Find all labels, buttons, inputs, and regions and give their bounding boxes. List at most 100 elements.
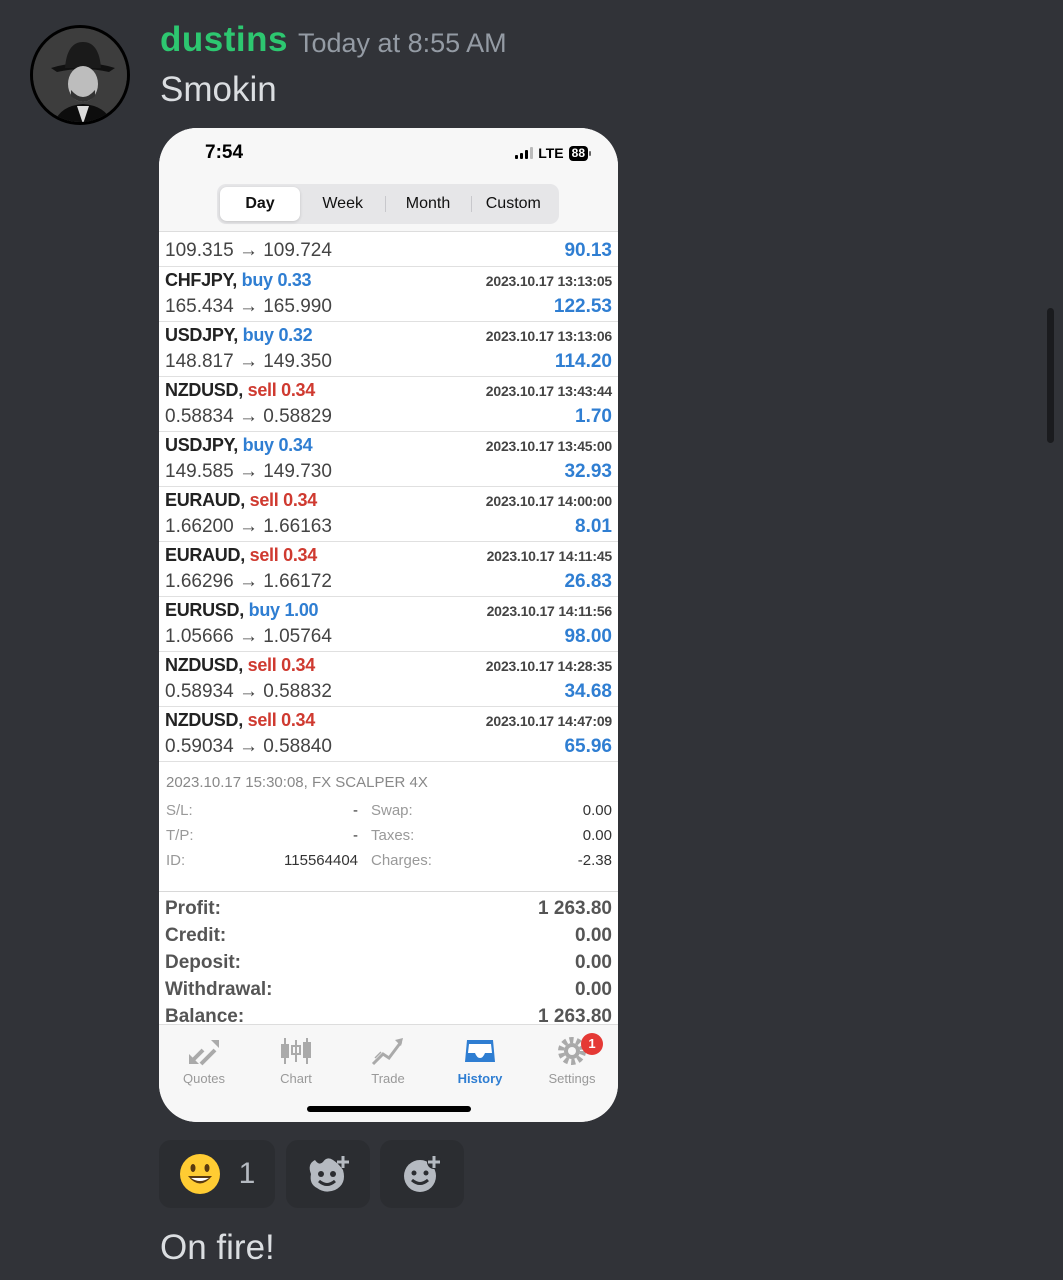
summary-label: Withdrawal: <box>165 979 273 1000</box>
trade-volume: 1.00 <box>284 600 319 620</box>
tab-quotes[interactable]: Quotes <box>159 1031 249 1086</box>
trade-prices: 1.05666 → 1.05764 <box>165 626 332 647</box>
tab-label: Chart <box>280 1071 312 1086</box>
tab-trade[interactable]: Trade <box>343 1031 433 1086</box>
add-reaction-button[interactable] <box>380 1140 464 1208</box>
chat-scrollbar[interactable] <box>1047 308 1054 443</box>
trade-time: 2023.10.17 14:47:09 <box>485 713 612 729</box>
trade-icon <box>343 1031 433 1071</box>
trade-time: 2023.10.17 14:11:45 <box>486 548 613 564</box>
reaction-smiley[interactable]: 1 <box>159 1140 275 1208</box>
status-time: 7:54 <box>205 142 244 163</box>
trade-time: 2023.10.17 14:00:00 <box>485 493 612 509</box>
trade-symbol: NZDUSD, <box>165 380 243 400</box>
tab-label: Trade <box>371 1071 405 1086</box>
summary-withdrawal: Withdrawal: 0.00 <box>159 979 618 1006</box>
attached-screenshot[interactable]: 7:54 LTE 88 Day Week Month Custom 109.31… <box>159 128 618 1122</box>
network-label: LTE <box>538 145 564 161</box>
trade-prices: 0.59034 → 0.58840 <box>165 736 332 757</box>
trade-volume: 0.34 <box>281 655 315 675</box>
trade-row[interactable]: EURAUD, sell 0.34 2023.10.17 14:11:45 1.66… <box>159 542 618 597</box>
trade-title: EURAUD, sell 0.34 <box>165 545 317 566</box>
swap-value: 0.00 <box>582 802 612 819</box>
signal-icon <box>515 147 534 159</box>
trade-prices: 149.585 → 149.730 <box>165 461 332 482</box>
summary-profit: Profit: 1 263.80 <box>159 898 618 925</box>
summary-credit: Credit: 0.00 <box>159 925 618 952</box>
trade-row-partial[interactable]: 109.315 → 109.724 90.13 <box>159 232 618 267</box>
trade-row[interactable]: CHFJPY, buy 0.33 2023.10.17 13:13:05 165.4… <box>159 267 618 322</box>
segment-day[interactable]: Day <box>220 187 300 221</box>
trade-profit: 34.68 <box>564 681 612 702</box>
trade-prices: 1.66200 → 1.66163 <box>165 516 332 537</box>
sl-value: - <box>353 802 358 819</box>
user-avatar[interactable] <box>30 25 130 125</box>
swap-label: Swap: <box>371 802 413 819</box>
trade-prices: 165.434 → 165.990 <box>165 296 332 317</box>
avatar-image <box>33 28 127 122</box>
trade-profit: 98.00 <box>564 626 612 647</box>
trade-row[interactable]: USDJPY, buy 0.32 2023.10.17 13:13:06 148.8… <box>159 322 618 377</box>
trade-row[interactable]: USDJPY, buy 0.34 2023.10.17 13:45:00 149.5… <box>159 432 618 487</box>
tab-label: History <box>457 1071 503 1086</box>
summary-value: 0.00 <box>575 979 612 1000</box>
charges-value: -2.38 <box>577 852 612 869</box>
trade-time: 2023.10.17 14:28:35 <box>485 658 612 674</box>
trade-direction: sell <box>247 655 277 675</box>
trade-volume: 0.34 <box>283 490 317 510</box>
trade-row[interactable]: EURUSD, buy 1.00 2023.10.17 14:11:56 1.056… <box>159 597 618 652</box>
summary-value: 0.00 <box>575 952 612 973</box>
segment-week[interactable]: Week <box>300 187 385 221</box>
sl-label: S/L: <box>166 802 193 819</box>
tab-settings[interactable]: Settings 1 <box>527 1031 617 1086</box>
add-super-reaction-button[interactable] <box>286 1140 370 1208</box>
tp-value: - <box>353 827 358 844</box>
trade-title: USDJPY, buy 0.32 <box>165 325 313 346</box>
trade-volume: 0.34 <box>283 545 317 565</box>
trade-profit: 1.70 <box>575 406 612 427</box>
trade-row[interactable]: NZDUSD, sell 0.34 2023.10.17 14:28:35 0.58… <box>159 652 618 707</box>
quotes-icon <box>159 1031 249 1071</box>
tab-chart[interactable]: Chart <box>251 1031 341 1086</box>
trade-direction: buy <box>242 435 274 455</box>
trade-prices: 1.66296 → 1.66172 <box>165 571 332 592</box>
trade-title: NZDUSD, sell 0.34 <box>165 380 315 401</box>
segment-custom[interactable]: Custom <box>470 187 556 221</box>
segment-month[interactable]: Month <box>385 187 470 221</box>
trade-detail-panel: 2023.10.17 15:30:08, FX SCALPER 4X S/L: … <box>159 762 618 892</box>
trade-profit: 8.01 <box>575 516 612 537</box>
summary-value: 1 263.80 <box>538 898 612 919</box>
trade-direction: sell <box>249 490 279 510</box>
trade-profit: 90.13 <box>564 240 612 261</box>
charges-label: Charges: <box>371 852 432 869</box>
notification-badge: 1 <box>581 1033 603 1055</box>
trade-title: EURAUD, sell 0.34 <box>165 490 317 511</box>
chart-icon <box>251 1031 341 1071</box>
trade-direction: buy <box>241 270 273 290</box>
trade-symbol: EURUSD, <box>165 600 244 620</box>
summary-value: 0.00 <box>575 925 612 946</box>
trade-row[interactable]: EURAUD, sell 0.34 2023.10.17 14:00:00 1.66… <box>159 487 618 542</box>
taxes-label: Taxes: <box>371 827 415 844</box>
trade-prices: 148.817 → 149.350 <box>165 351 332 372</box>
tab-history[interactable]: History <box>435 1031 525 1086</box>
trade-direction: buy <box>242 325 274 345</box>
detail-header: 2023.10.17 15:30:08, FX SCALPER 4X <box>166 774 428 791</box>
message-text: Smokin <box>160 70 277 109</box>
settings-gear-icon <box>527 1031 617 1071</box>
trade-row[interactable]: NZDUSD, sell 0.34 2023.10.17 14:47:09 0.59… <box>159 707 618 762</box>
trade-time: 2023.10.17 13:13:05 <box>485 273 612 289</box>
message-username[interactable]: dustins <box>160 20 288 60</box>
trade-time: 2023.10.17 13:43:44 <box>485 383 612 399</box>
trade-symbol: CHFJPY, <box>165 270 237 290</box>
trade-row[interactable]: NZDUSD, sell 0.34 2023.10.17 13:43:44 0.58… <box>159 377 618 432</box>
trade-time: 2023.10.17 13:13:06 <box>485 328 612 344</box>
trade-volume: 0.34 <box>278 435 313 455</box>
trade-symbol: NZDUSD, <box>165 655 243 675</box>
trade-volume: 0.34 <box>281 710 315 730</box>
trade-direction: sell <box>249 545 279 565</box>
followup-message-text: On fire! <box>160 1228 275 1267</box>
trade-prices: 0.58834 → 0.58829 <box>165 406 332 427</box>
id-value: 115564404 <box>284 852 358 869</box>
trade-symbol: NZDUSD, <box>165 710 243 730</box>
